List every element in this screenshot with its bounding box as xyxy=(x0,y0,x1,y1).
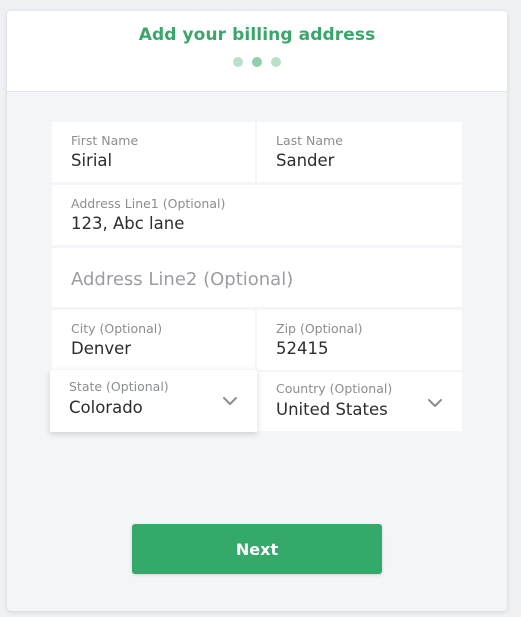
address-line2-placeholder[interactable]: Address Line2 (Optional) xyxy=(71,269,293,290)
step-dot-3 xyxy=(271,57,281,67)
country-label: Country (Optional) xyxy=(276,381,393,396)
zip-field[interactable]: Zip (Optional) 52415 xyxy=(257,310,462,370)
first-name-value[interactable]: Sirial xyxy=(71,151,112,170)
country-value[interactable]: United States xyxy=(276,400,388,419)
zip-value[interactable]: 52415 xyxy=(276,339,329,358)
step-dot-2-current xyxy=(252,57,262,67)
page-title: Add your billing address xyxy=(138,25,376,45)
last-name-label: Last Name xyxy=(276,133,343,148)
last-name-field[interactable]: Last Name Sander xyxy=(257,122,462,182)
chevron-down-icon[interactable] xyxy=(427,395,443,411)
country-select[interactable]: Country (Optional) United States xyxy=(257,372,462,431)
next-button[interactable]: Next xyxy=(132,524,382,574)
step-indicator xyxy=(7,57,507,67)
state-label: State (Optional) xyxy=(69,379,169,394)
first-name-field[interactable]: First Name Sirial xyxy=(52,122,255,182)
billing-address-card: Add your billing address First Name Siri… xyxy=(7,11,507,611)
address-line2-field[interactable]: Address Line2 (Optional) xyxy=(52,248,462,307)
state-select[interactable]: State (Optional) Colorado xyxy=(50,370,257,432)
address-line1-value[interactable]: 123, Abc lane xyxy=(71,214,184,233)
first-name-label: First Name xyxy=(71,133,139,148)
city-label: City (Optional) xyxy=(71,321,163,336)
last-name-value[interactable]: Sander xyxy=(276,151,334,170)
address-line1-label: Address Line1 (Optional) xyxy=(71,196,226,211)
card-header: Add your billing address xyxy=(7,11,507,92)
city-value[interactable]: Denver xyxy=(71,339,131,358)
address-line1-field[interactable]: Address Line1 (Optional) 123, Abc lane xyxy=(52,185,462,245)
zip-label: Zip (Optional) xyxy=(276,321,363,336)
state-value[interactable]: Colorado xyxy=(69,398,143,417)
step-dot-1 xyxy=(233,57,243,67)
city-field[interactable]: City (Optional) Denver xyxy=(52,310,255,370)
chevron-down-icon[interactable] xyxy=(222,393,238,409)
